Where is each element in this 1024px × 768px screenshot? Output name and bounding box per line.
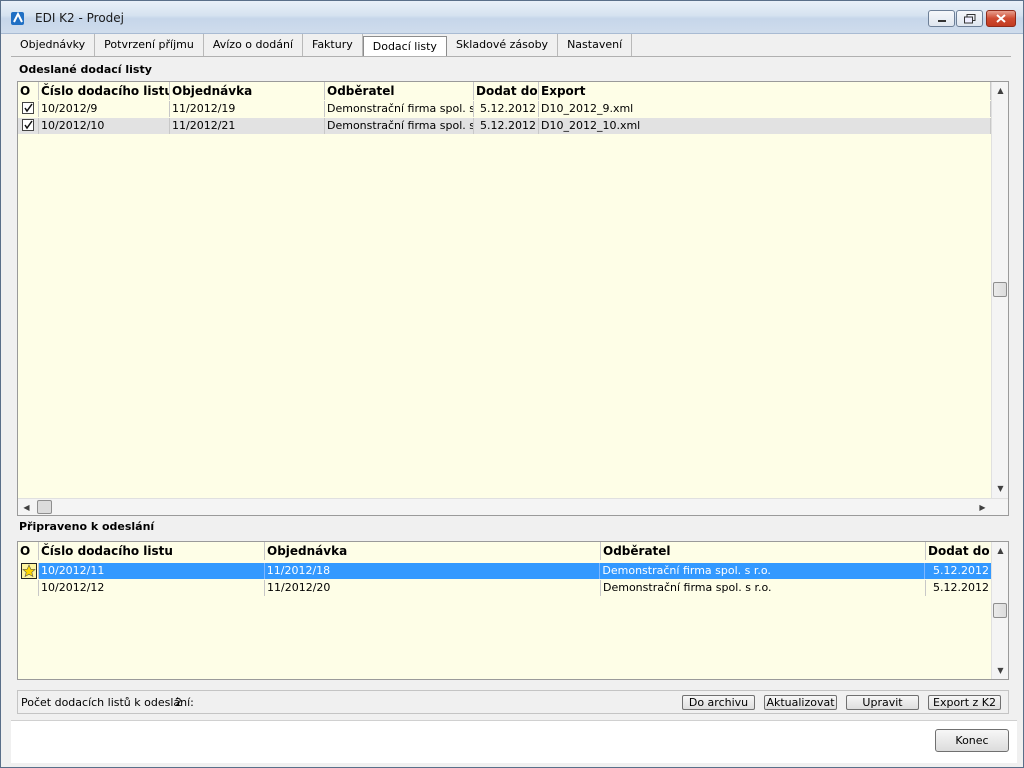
table-row[interactable]: 10/2012/9 11/2012/19 Demonstrační firma … [18, 101, 991, 117]
check-icon [22, 119, 34, 131]
count-label: Počet dodacích listů k odeslání: [21, 696, 194, 709]
cell-objednavka: 11/2012/21 [170, 118, 325, 134]
col-odberatel[interactable]: Odběratel [601, 542, 926, 560]
col-objednavka[interactable]: Objednávka [170, 82, 325, 100]
scroll-up-icon[interactable]: ▲ [992, 542, 1008, 559]
count-value: 2 [175, 696, 182, 709]
col-odberatel[interactable]: Odběratel [325, 82, 474, 100]
main-window: EDI K2 - Prodej Objednávky Potvrzení pří… [0, 0, 1024, 768]
ready-grid[interactable]: O Číslo dodacího listu Objednávka Odběra… [17, 541, 1009, 680]
scroll-down-icon[interactable]: ▼ [992, 662, 1008, 679]
check-icon [22, 102, 34, 114]
cell-cislo: 10/2012/11 [39, 563, 265, 579]
tab-objednavky[interactable]: Objednávky [11, 34, 96, 56]
status-bar: Počet dodacích listů k odeslání: 2 Do ar… [17, 690, 1009, 714]
star-icon [21, 563, 37, 579]
button-panel [11, 720, 1017, 763]
cell-export: D10_2012_9.xml [539, 101, 991, 117]
tab-nastaveni[interactable]: Nastavení [558, 34, 633, 56]
scroll-up-icon[interactable]: ▲ [992, 82, 1008, 99]
scrollbar-thumb[interactable] [993, 603, 1007, 618]
col-dodat[interactable]: Dodat do [926, 542, 992, 560]
aktualizovat-button[interactable]: Aktualizovat [764, 695, 837, 710]
tab-skladove-zasoby[interactable]: Skladové zásoby [447, 34, 559, 56]
minimize-icon [937, 19, 946, 22]
vertical-scrollbar[interactable]: ▲ ▼ [991, 542, 1008, 679]
close-icon [996, 14, 1006, 23]
cell-dodat: 5.12.2012 [933, 564, 990, 577]
konec-button[interactable]: Konec [935, 729, 1009, 752]
cell-dodat: 5.12.2012 [474, 118, 539, 134]
horizontal-scrollbar[interactable]: ◀ ▶ [18, 498, 1008, 515]
col-export[interactable]: Export [539, 82, 991, 100]
cell-dodat: 5.12.2012 [474, 101, 539, 117]
cell-cislo: 10/2012/12 [39, 580, 265, 596]
col-objednavka[interactable]: Objednávka [265, 542, 601, 560]
ready-grid-header: O Číslo dodacího listu Objednávka Odběra… [18, 542, 992, 560]
app-icon [11, 11, 24, 25]
cell-odberatel: Demonstrační firma spol. s ... [327, 101, 474, 117]
scrollbar-thumb[interactable] [993, 282, 1007, 297]
cell-export: D10_2012_10.xml [539, 118, 991, 134]
tab-bar: Objednávky Potvrzení příjmu Avízo o dodá… [11, 34, 633, 57]
col-o[interactable]: O [18, 542, 39, 560]
col-o[interactable]: O [18, 82, 39, 100]
cell-dodat: 5.12.2012 [926, 580, 992, 596]
sent-grid-header: O Číslo dodacího listu Objednávka Odběra… [18, 82, 991, 100]
table-row[interactable]: 10/2012/10 11/2012/21 Demonstrační firma… [18, 118, 991, 134]
close-window-button[interactable] [986, 10, 1016, 27]
title-bar[interactable]: EDI K2 - Prodej [1, 1, 1023, 34]
cell-odberatel: Demonstrační firma spol. s r.o. [601, 580, 926, 596]
vertical-scrollbar[interactable]: ▲ ▼ [991, 82, 1008, 498]
cell-objednavka: 11/2012/20 [265, 580, 601, 596]
sent-section-title: Odeslané dodací listy [19, 63, 152, 76]
col-cislo[interactable]: Číslo dodacího listu [39, 82, 170, 100]
tab-divider [11, 56, 1011, 57]
table-row[interactable]: 10/2012/12 11/2012/20 Demonstrační firma… [18, 580, 992, 596]
col-cislo[interactable]: Číslo dodacího listu [39, 542, 265, 560]
col-dodat[interactable]: Dodat do [474, 82, 539, 100]
cell-cislo: 10/2012/10 [39, 118, 170, 134]
upravit-button[interactable]: Upravit [846, 695, 919, 710]
restore-icon [963, 13, 975, 23]
cell-objednavka: 11/2012/18 [265, 563, 601, 579]
table-row-selected[interactable]: 10/2012/11 11/2012/18 Demonstrační firma… [18, 563, 991, 579]
scroll-right-icon[interactable]: ▶ [974, 499, 991, 515]
sent-grid[interactable]: O Číslo dodacího listu Objednávka Odběra… [17, 81, 1009, 516]
tab-avizo-o-dodani[interactable]: Avízo o dodání [204, 34, 303, 56]
scrollbar-thumb[interactable] [37, 500, 52, 514]
export-z-k2-button[interactable]: Export z K2 [928, 695, 1001, 710]
cell-objednavka: 11/2012/19 [170, 101, 325, 117]
scroll-left-icon[interactable]: ◀ [18, 499, 35, 515]
minimize-button[interactable] [928, 10, 955, 27]
ready-section-title: Připraveno k odeslání [19, 520, 155, 533]
scroll-down-icon[interactable]: ▼ [992, 480, 1008, 497]
tab-faktury[interactable]: Faktury [303, 34, 363, 56]
cell-odberatel: Demonstrační firma spol. s r.o. [600, 563, 926, 579]
cell-odberatel: Demonstrační firma spol. s ... [327, 118, 474, 134]
tab-potvrzeni-prijmu[interactable]: Potvrzení příjmu [95, 34, 204, 56]
cell-cislo: 10/2012/9 [39, 101, 170, 117]
window-title: EDI K2 - Prodej [35, 11, 125, 25]
restore-button[interactable] [956, 10, 983, 27]
do-archivu-button[interactable]: Do archivu [682, 695, 755, 710]
tab-dodaci-listy[interactable]: Dodací listy [362, 36, 447, 57]
